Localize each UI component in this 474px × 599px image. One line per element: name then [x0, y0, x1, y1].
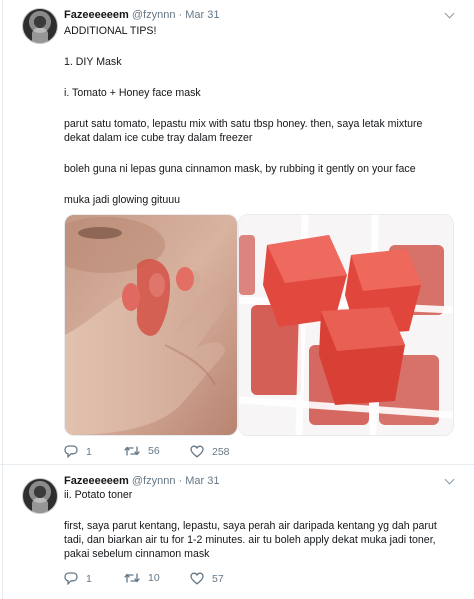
chevron-down-icon[interactable]	[444, 474, 455, 485]
reply-button[interactable]: 1	[64, 445, 92, 458]
avatar[interactable]	[22, 478, 58, 514]
chevron-down-icon[interactable]	[444, 8, 455, 19]
tweet-text-line: tadi, dan biarkan air tu for 1-2 minutes…	[64, 534, 436, 546]
tweet-1[interactable]: Fazeeeeeem @fzynnn · Mar 31 ADDITIONAL T…	[0, 0, 474, 460]
reply-button[interactable]: 1	[64, 572, 92, 585]
heart-icon	[190, 445, 204, 458]
tweet-text-line: ADDITIONAL TIPS!	[64, 25, 157, 37]
reply-icon	[64, 445, 78, 458]
tweet-date[interactable]: Mar 31	[185, 9, 219, 21]
retweet-icon	[124, 573, 140, 583]
tweet-text-line: first, saya parut kentang, lepastu, saya…	[64, 520, 437, 532]
tweet-header: Fazeeeeeem @fzynnn · Mar 31	[64, 8, 220, 22]
retweet-count: 10	[148, 572, 160, 584]
retweet-icon	[124, 446, 140, 456]
tweet-divider	[0, 464, 474, 465]
tweet-text-line: 1. DIY Mask	[64, 56, 122, 68]
like-count: 57	[212, 572, 224, 585]
reply-count: 1	[86, 445, 92, 458]
heart-icon	[190, 572, 204, 585]
tweet-2[interactable]: Fazeeeeeem @fzynnn · Mar 31 ii. Potato t…	[0, 468, 474, 599]
tweet-text-line: pakai sebelum cinnamon mask	[64, 548, 210, 560]
avatar[interactable]	[22, 8, 58, 44]
tweet-text-line: i. Tomato + Honey face mask	[64, 87, 201, 99]
separator: ·	[178, 9, 183, 21]
tweet-text-line: ii. Potato toner	[64, 489, 133, 501]
like-button[interactable]: 258	[190, 445, 230, 458]
photo-icon	[239, 215, 453, 435]
separator: ·	[178, 475, 183, 487]
like-button[interactable]: 57	[190, 572, 224, 585]
handle[interactable]: @fzynnn	[132, 475, 176, 487]
face-photo[interactable]	[64, 214, 238, 436]
retweet-button[interactable]: 10	[124, 572, 160, 584]
tweet-actions: 1 56 258	[64, 445, 444, 461]
tweet-text-line: muka jadi glowing gituuu	[64, 194, 181, 206]
handle[interactable]: @fzynnn	[132, 9, 176, 21]
tweet-text-line: boleh guna ni lepas guna cinnamon mask, …	[64, 163, 416, 175]
tweet-text-line: dekat dalam ice cube tray dalam freezer	[64, 132, 253, 144]
tweet-text-line: parut satu tomato, lepastu mix with satu…	[64, 118, 423, 130]
tweet-actions: 1 10 57	[64, 572, 444, 588]
display-name[interactable]: Fazeeeeeem	[64, 475, 129, 487]
display-name[interactable]: Fazeeeeeem	[64, 9, 129, 21]
ice-cube-tray-photo[interactable]	[238, 214, 454, 436]
reply-count: 1	[86, 572, 92, 585]
reply-icon	[64, 572, 78, 585]
tweet-date[interactable]: Mar 31	[185, 475, 219, 487]
tweet-header: Fazeeeeeem @fzynnn · Mar 31	[64, 474, 220, 488]
retweet-count: 56	[148, 445, 160, 457]
photo-icon	[65, 215, 237, 435]
retweet-button[interactable]: 56	[124, 445, 160, 457]
like-count: 258	[212, 445, 230, 458]
